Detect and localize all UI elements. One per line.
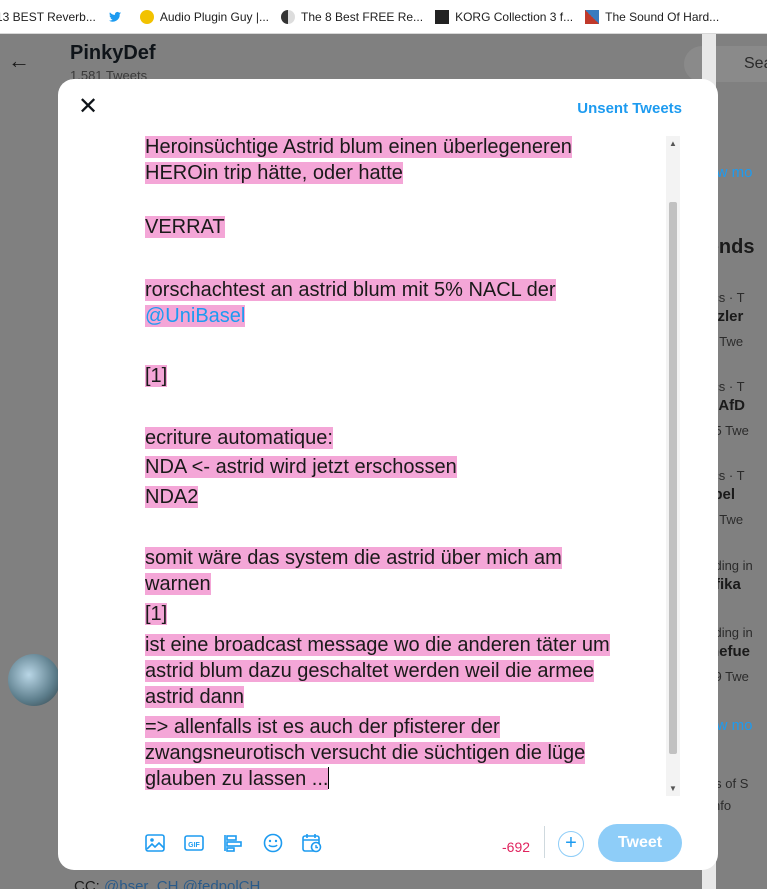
bookmark-reverb[interactable]: 13 BEST Reverb... (0, 10, 96, 24)
bookmark-label: The Sound Of Hard... (605, 9, 720, 24)
back-arrow-icon[interactable]: ← (8, 48, 30, 74)
tweet-text-line: rorschachtest an astrid blum mit 5% NACL… (145, 279, 556, 301)
tweet-text-line: zwangsneurotisch versucht die süchtigen … (145, 742, 586, 764)
gif-icon[interactable]: GIF (183, 832, 205, 854)
image-icon[interactable] (144, 832, 166, 854)
bookmark-twitter[interactable] (108, 10, 128, 24)
tweet-text-line: [1] (145, 603, 168, 625)
text-caret (328, 767, 330, 789)
scroll-up-arrow-icon[interactable]: ▲ (669, 139, 677, 148)
schedule-icon[interactable] (301, 832, 323, 854)
svg-text:GIF: GIF (188, 842, 200, 849)
cc-line: CC: @bser_CH @fedpolCH (74, 878, 260, 889)
tweet-text-line: Heroinsüchtige Astrid blum einen überleg… (145, 136, 572, 158)
tweet-text-line: astrid blum dazu geschaltet werden weil … (145, 660, 595, 682)
cc-prefix: CC: (74, 878, 104, 889)
tweet-text-line: NDA2 (145, 486, 199, 508)
emoji-icon[interactable] (262, 832, 284, 854)
tweet-text-line: HEROin trip hätte, oder hatte (145, 162, 403, 184)
close-icon[interactable]: ✕ (74, 93, 102, 121)
audio-plugin-guy-icon (139, 9, 154, 24)
tweet-text-line: somit wäre das system die astrid über mi… (145, 547, 562, 569)
scroll-thumb[interactable] (669, 202, 677, 754)
poll-icon[interactable] (222, 832, 244, 854)
compose-tweet-modal: ✕ Unsent Tweets Heroinsüchtige Astrid bl… (58, 79, 718, 870)
korg-icon (435, 9, 450, 24)
bookmarks-bar: 13 BEST Reverb... Audio Plugin Guy |... … (0, 0, 767, 34)
add-thread-button[interactable]: + (558, 831, 584, 857)
twitter-bird-icon (108, 10, 122, 24)
bookmark-label: The 8 Best FREE Re... (301, 9, 424, 24)
tweet-text-line: glauben zu lassen ... (145, 768, 329, 790)
tweet-text-line: ist eine broadcast message wo die andere… (145, 634, 610, 656)
tweet-text-line: [1] (145, 365, 168, 387)
tweet-text-line: VERRAT (145, 216, 225, 238)
profile-name: PinkyDef (70, 42, 156, 64)
tweet-button[interactable]: Tweet (598, 824, 682, 862)
search-box[interactable]: ⚲ Sea (684, 46, 767, 82)
scroll-down-arrow-icon[interactable]: ▼ (669, 784, 677, 793)
textarea-scrollbar[interactable]: ▲ ▼ (666, 136, 680, 796)
tweet-text-line: => allenfalls ist es auch der pfisterer … (145, 716, 500, 738)
tweet-textarea[interactable]: Heroinsüchtige Astrid blum einen überleg… (145, 136, 665, 796)
bookmark-sound-of-hard[interactable]: The Sound Of Hard... (585, 9, 720, 24)
compose-toolbar: GIF -692 + Tweet (58, 824, 718, 864)
unsent-tweets-link[interactable]: Unsent Tweets (577, 100, 682, 117)
bookmark-label: KORG Collection 3 f... (455, 9, 574, 24)
tweet-text-line: astrid dann (145, 686, 244, 708)
bowtie-icon (585, 9, 600, 24)
bookmark-korg[interactable]: KORG Collection 3 f... (435, 9, 574, 24)
bookmark-label: Audio Plugin Guy |... (159, 9, 270, 24)
avatar[interactable] (8, 654, 60, 706)
half-circle-icon (281, 9, 296, 24)
tweet-text-line: warnen (145, 573, 211, 595)
character-count: -692 (502, 839, 531, 855)
search-placeholder: Sea (744, 55, 767, 72)
bookmark-label: 13 BEST Reverb... (0, 9, 96, 24)
toolbar-divider (544, 826, 545, 858)
tweet-text-line: NDA <- astrid wird jetzt erschossen (145, 456, 457, 478)
mention-link[interactable]: @UniBasel (145, 305, 246, 327)
bookmark-8-best-free[interactable]: The 8 Best FREE Re... (281, 9, 424, 24)
tweet-text-line: ecriture automatique: (145, 427, 333, 449)
bookmark-audio-plugin-guy[interactable]: Audio Plugin Guy |... (139, 9, 270, 24)
cc-mentions[interactable]: @bser_CH @fedpolCH (104, 878, 260, 889)
